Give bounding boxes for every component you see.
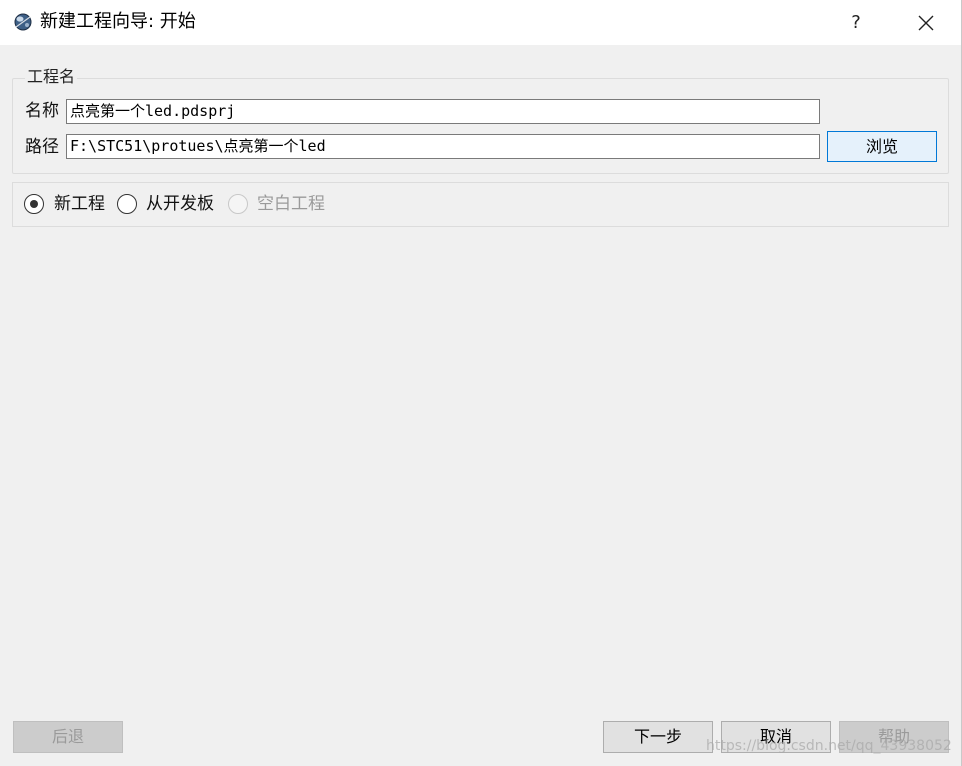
back-button: 后退 bbox=[13, 721, 123, 753]
new-project-wizard-dialog: 新建工程向导: 开始 ? 工程名 名称 点亮第一个led.pdsprj 路径 F… bbox=[0, 0, 962, 766]
radio-blank-project-label: 空白工程 bbox=[257, 194, 325, 214]
radio-blank-project bbox=[228, 194, 248, 214]
radio-from-dev-board-label[interactable]: 从开发板 bbox=[146, 193, 214, 215]
next-button[interactable]: 下一步 bbox=[603, 721, 713, 753]
close-button[interactable] bbox=[904, 8, 948, 38]
watermark: https://blog.csdn.net/qq_43938052 bbox=[706, 738, 952, 754]
name-label: 名称 bbox=[25, 101, 59, 121]
name-input[interactable]: 点亮第一个led.pdsprj bbox=[66, 99, 820, 124]
window-title: 新建工程向导: 开始 bbox=[40, 11, 196, 32]
project-name-group-title: 工程名 bbox=[25, 67, 78, 87]
title-bar: 新建工程向导: 开始 ? bbox=[0, 0, 961, 45]
radio-new-project-label[interactable]: 新工程 bbox=[54, 193, 105, 215]
radio-new-project[interactable] bbox=[24, 194, 44, 214]
help-button[interactable]: ? bbox=[840, 8, 872, 38]
close-icon bbox=[918, 15, 934, 31]
path-input[interactable]: F:\STC51\protues\点亮第一个led bbox=[66, 134, 820, 159]
path-label: 路径 bbox=[25, 137, 59, 157]
browse-button[interactable]: 浏览 bbox=[827, 131, 937, 162]
proteus-app-icon bbox=[13, 12, 33, 32]
radio-from-dev-board[interactable] bbox=[117, 194, 137, 214]
project-name-group bbox=[12, 78, 949, 174]
